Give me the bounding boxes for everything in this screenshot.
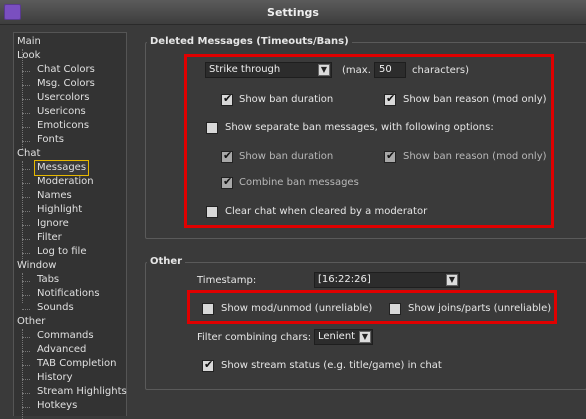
sidebar-item-window[interactable]: Window <box>17 259 56 273</box>
sidebar-item-fonts[interactable]: Fonts <box>37 133 64 147</box>
sidebar-item-tabs[interactable]: Tabs <box>37 273 59 287</box>
sidebar-item-advanced[interactable]: Advanced <box>37 343 86 357</box>
highlight-box-other <box>187 290 557 324</box>
other-title: Other <box>147 256 186 267</box>
sidebar-item-main[interactable]: Main <box>17 35 41 49</box>
sidebar-item-chat[interactable]: Chat <box>17 147 40 161</box>
chevron-down-icon: ▼ <box>359 331 371 343</box>
sidebar-item-history[interactable]: History <box>37 371 73 385</box>
filter-combining-value: Lenient <box>318 331 356 342</box>
title-bar: Settings <box>0 0 586 25</box>
chevron-down-icon: ▼ <box>446 274 458 286</box>
sidebar-item-msg-colors[interactable]: Msg. Colors <box>37 77 95 91</box>
sidebar-item-usericons[interactable]: Usericons <box>37 105 86 119</box>
sidebar-item-commands[interactable]: Commands <box>37 329 94 343</box>
timestamp-dropdown[interactable]: [16:22:26] ▼ <box>314 272 460 288</box>
window-title: Settings <box>267 6 319 19</box>
sidebar-item-highlight[interactable]: Highlight <box>37 203 82 217</box>
sidebar-item-moderation[interactable]: Moderation <box>37 175 94 189</box>
show-stream-status-checkbox[interactable] <box>202 358 214 372</box>
sidebar-item-emoticons[interactable]: Emoticons <box>37 119 89 133</box>
sidebar-item-sounds[interactable]: Sounds <box>37 301 74 315</box>
sidebar-item-hotkeys[interactable]: Hotkeys <box>37 399 77 413</box>
highlight-box <box>184 54 554 228</box>
timestamp-label: Timestamp: <box>197 275 257 286</box>
show-stream-status-label: Show stream status (e.g. title/game) in … <box>221 360 442 371</box>
sidebar-item-other[interactable]: Other <box>17 315 45 329</box>
sidebar-item-names[interactable]: Names <box>37 189 72 203</box>
sidebar-item-chat-colors[interactable]: Chat Colors <box>37 63 95 77</box>
sidebar-item-usercolors[interactable]: Usercolors <box>37 91 89 105</box>
sidebar-item-messages[interactable]: Messages <box>33 160 90 176</box>
sidebar-item-notifications[interactable]: Notifications <box>37 287 100 301</box>
filter-combining-label: Filter combining chars: <box>197 332 312 343</box>
sidebar-item-ignore[interactable]: Ignore <box>37 217 69 231</box>
deleted-messages-title: Deleted Messages (Timeouts/Bans) <box>147 36 352 47</box>
timestamp-value: [16:22:26] <box>318 274 371 285</box>
sidebar-item-look[interactable]: Look <box>17 49 40 63</box>
sidebar-item-tab-completion[interactable]: TAB Completion <box>37 357 117 371</box>
filter-combining-dropdown[interactable]: Lenient ▼ <box>314 329 373 345</box>
sidebar-item-log-to-file[interactable]: Log to file <box>37 245 87 259</box>
settings-sidebar: Main Look Chat Colors Msg. Colors Userco… <box>13 32 127 419</box>
sidebar-item-stream-highlights[interactable]: Stream Highlights <box>37 385 127 399</box>
sidebar-item-filter[interactable]: Filter <box>37 231 62 245</box>
